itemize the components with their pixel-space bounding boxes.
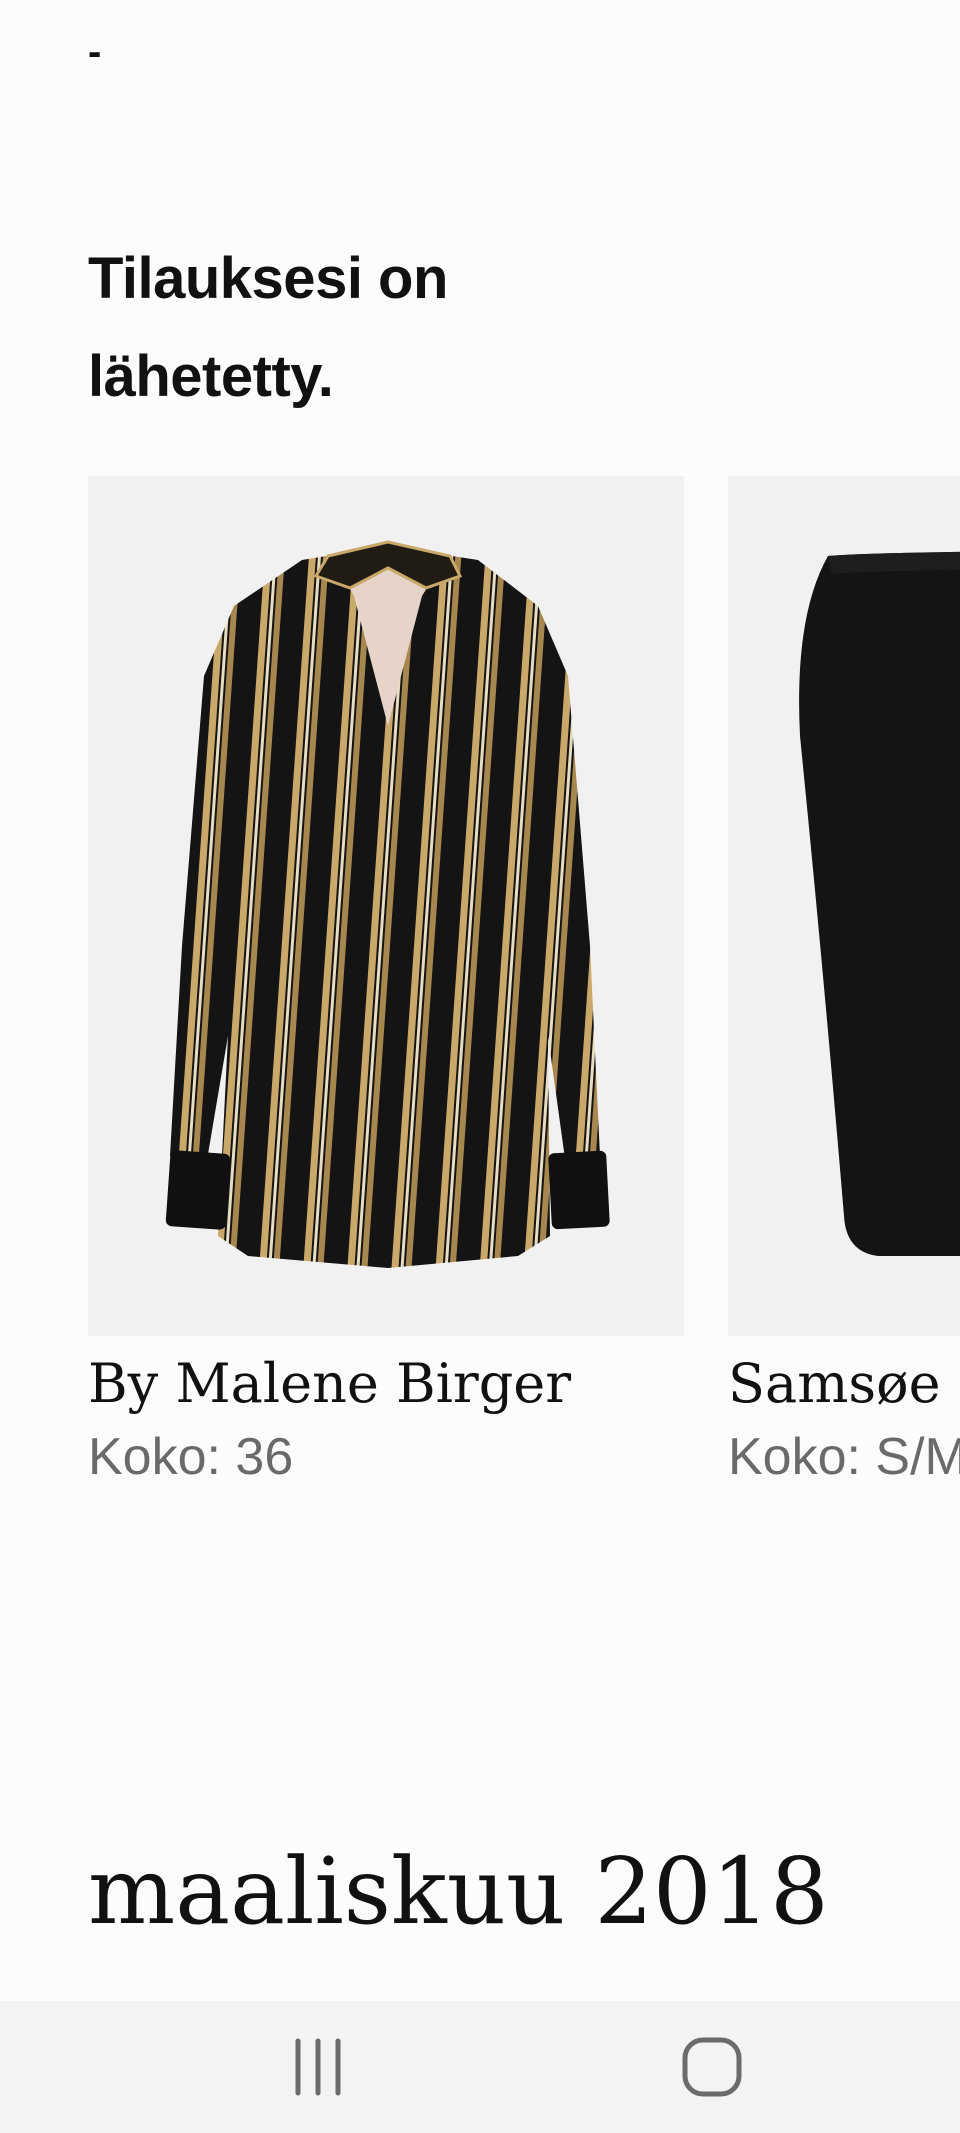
product-carousel[interactable]: By Malene Birger Koko: 36 Samsøe Samsøe …	[0, 476, 960, 1516]
striped-blouse-image	[88, 476, 684, 1336]
header-dash: -	[88, 30, 102, 74]
home-icon	[682, 2037, 742, 2097]
recent-apps-button[interactable]	[258, 2001, 378, 2133]
product-size: Koko: 36	[88, 1428, 294, 1486]
product-brand: Samsøe Samsøe	[728, 1352, 960, 1415]
product-size: Koko: S/M	[728, 1428, 960, 1486]
product-card[interactable]: By Malene Birger Koko: 36	[88, 476, 684, 1492]
month-heading: maaliskuu 2018	[88, 1838, 829, 1945]
system-navigation-bar	[0, 2001, 960, 2133]
black-skirt-image	[728, 476, 960, 1336]
order-status-title: Tilauksesi on lähetetty.	[88, 246, 448, 409]
product-card[interactable]: Samsøe Samsøe Koko: S/M	[728, 476, 960, 1492]
product-brand: By Malene Birger	[88, 1352, 572, 1415]
product-image[interactable]	[88, 476, 684, 1336]
recent-apps-icon	[295, 2038, 341, 2096]
product-image[interactable]	[728, 476, 960, 1336]
home-button[interactable]	[652, 2001, 772, 2133]
